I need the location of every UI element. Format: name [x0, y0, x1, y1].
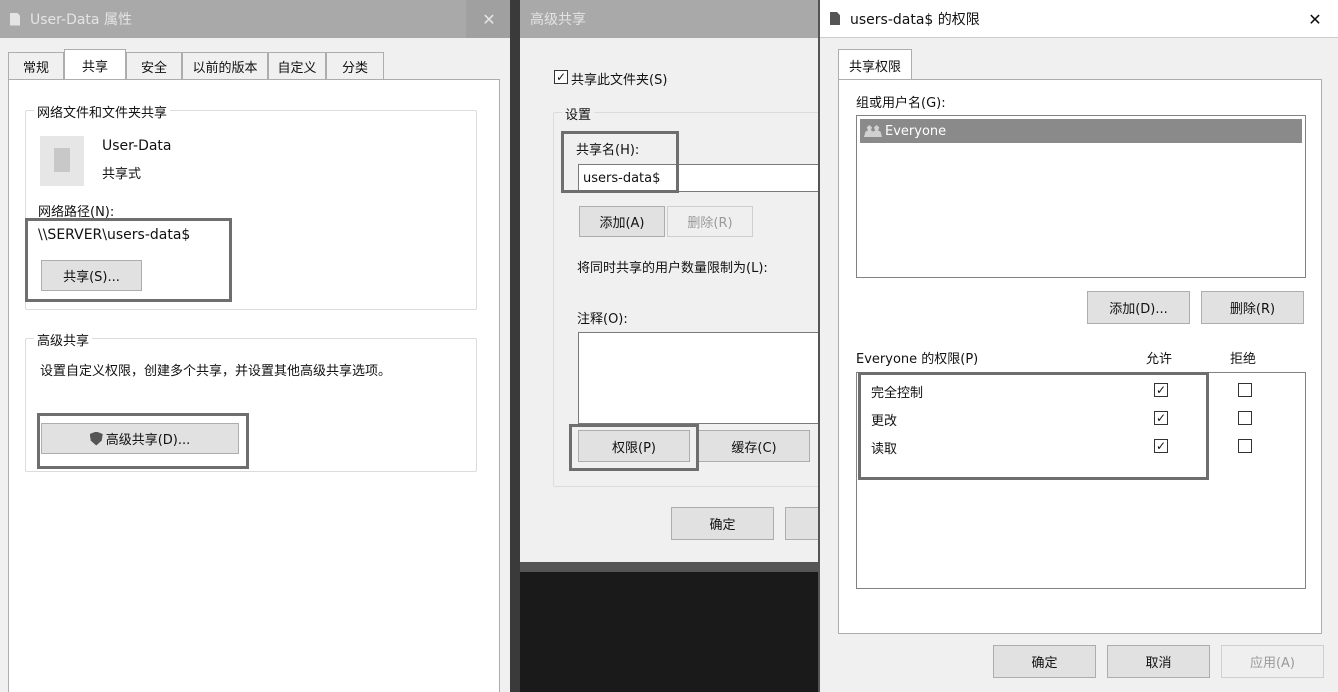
share-name-label: 共享名(H): — [576, 143, 640, 158]
settings-title: 设置 — [562, 104, 595, 123]
user-everyone: Everyone — [885, 123, 947, 139]
properties-window: User-Data 属性 ✕ 常规 共享 安全 以前的版本 自定义 分类 网络文… — [0, 0, 510, 692]
allow-column-header: 允许 — [1146, 352, 1173, 367]
permissions-window: users-data$ 的权限 ✕ 共享权限 组或用户名(G): Everyon… — [818, 0, 1338, 692]
advanced-sharing-window: 高级共享 ✓ 共享此文件夹(S) 设置 共享名(H): users-data$ … — [520, 0, 818, 692]
advanced-title: 高级共享 — [530, 12, 586, 28]
permission-name: 读取 — [871, 442, 898, 457]
tab-previous-versions[interactable]: 以前的版本 — [182, 52, 268, 79]
share-folder-label: 共享此文件夹(S) — [571, 73, 668, 88]
permissions-title: users-data$ 的权限 — [850, 11, 980, 28]
tab-general[interactable]: 常规 — [8, 52, 64, 79]
advanced-sharing-title: 高级共享 — [34, 330, 93, 349]
deny-checkbox[interactable] — [1238, 383, 1252, 397]
permissions-apply-button[interactable]: 应用(A) — [1221, 645, 1324, 678]
group-user-label: 组或用户名(G): — [856, 96, 946, 111]
properties-title: User-Data 属性 — [30, 12, 132, 28]
network-path-value: \\SERVER\users-data$ — [38, 227, 191, 243]
network-path-label: 网络路径(N): — [38, 205, 115, 220]
user-list: Everyone — [856, 115, 1306, 278]
permission-name: 完全控制 — [871, 386, 924, 401]
permissions-titlebar[interactable]: users-data$ 的权限 — [820, 0, 1338, 38]
window-gap — [510, 0, 520, 692]
tab-sharing[interactable]: 共享 — [64, 49, 126, 80]
permissions-button[interactable]: 权限(P) — [578, 430, 690, 462]
folder-icon — [830, 12, 840, 25]
add-share-button[interactable]: 添加(A) — [579, 206, 665, 237]
share-name-input[interactable]: users-data$ — [578, 164, 818, 192]
network-sharing-title: 网络文件和文件夹共享 — [34, 102, 171, 121]
add-user-button[interactable]: 添加(D)... — [1087, 291, 1190, 324]
sharing-tab-panel: 网络文件和文件夹共享 User-Data 共享式 网络路径(N): \\SERV… — [8, 79, 500, 692]
shield-icon — [89, 431, 103, 446]
share-folder-checkbox[interactable]: ✓ — [554, 70, 568, 84]
comment-input[interactable] — [578, 332, 818, 424]
close-icon[interactable]: ✕ — [1292, 0, 1338, 38]
user-limit-label: 将同时共享的用户数量限制为(L): — [577, 261, 768, 276]
properties-titlebar[interactable]: User-Data 属性 — [0, 0, 510, 38]
caching-button[interactable]: 缓存(C) — [698, 430, 810, 462]
folder-icon — [10, 13, 20, 26]
allow-checkbox[interactable]: ✓ — [1154, 439, 1168, 453]
allow-checkbox[interactable]: ✓ — [1154, 411, 1168, 425]
permissions-cancel-button[interactable]: 取消 — [1107, 645, 1210, 678]
tab-customize[interactable]: 自定义 — [268, 52, 326, 79]
folder-name: User-Data — [102, 138, 172, 154]
advanced-ok-button[interactable]: 确定 — [671, 507, 774, 540]
advanced-cancel-button-partial[interactable] — [785, 507, 818, 540]
advanced-sharing-description: 设置自定义权限，创建多个共享，并设置其他高级共享选项。 — [40, 364, 392, 379]
share-button[interactable]: 共享(S)... — [41, 260, 142, 291]
tab-classification[interactable]: 分类 — [326, 52, 384, 79]
folder-share-state: 共享式 — [102, 167, 142, 182]
users-icon — [864, 125, 882, 137]
tab-share-permissions[interactable]: 共享权限 — [838, 49, 912, 80]
close-icon[interactable]: ✕ — [466, 0, 510, 38]
deny-checkbox[interactable] — [1238, 439, 1252, 453]
remove-user-button[interactable]: 删除(R) — [1201, 291, 1304, 324]
permission-name: 更改 — [871, 414, 898, 429]
allow-checkbox[interactable]: ✓ — [1154, 383, 1168, 397]
advanced-titlebar[interactable]: 高级共享 — [520, 0, 818, 38]
permissions-for-label: Everyone 的权限(P) — [856, 352, 979, 367]
tab-security[interactable]: 安全 — [126, 52, 182, 79]
shared-folder-icon — [40, 136, 84, 186]
remove-share-button[interactable]: 删除(R) — [667, 206, 753, 237]
comment-label: 注释(O): — [577, 312, 628, 327]
list-item[interactable]: Everyone — [860, 119, 1302, 143]
advanced-sharing-button[interactable]: 高级共享(D)... — [41, 423, 239, 454]
permissions-ok-button[interactable]: 确定 — [993, 645, 1096, 678]
permission-list — [856, 372, 1306, 589]
deny-column-header: 拒绝 — [1230, 352, 1257, 367]
deny-checkbox[interactable] — [1238, 411, 1252, 425]
